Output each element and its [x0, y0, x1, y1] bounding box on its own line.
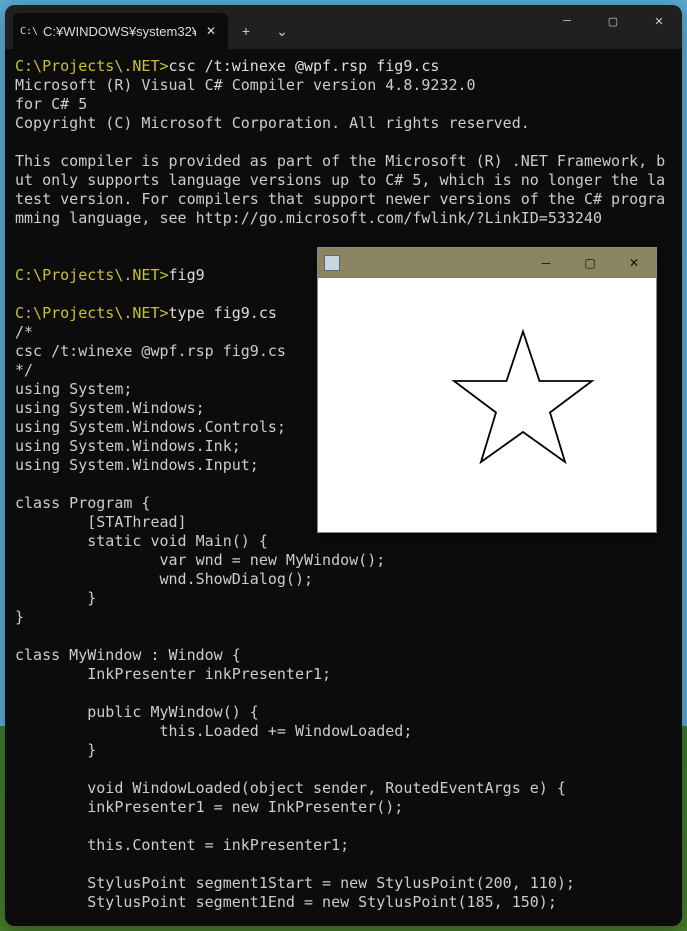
wpf-canvas[interactable]	[318, 278, 656, 532]
wpf-maximize-button[interactable]: ▢	[568, 248, 612, 278]
terminal-titlebar[interactable]: C:\ C:¥WINDOWS¥system32¥cmd ✕ + ⌄ ─ ▢ ✕	[5, 5, 682, 49]
minimize-button[interactable]: ─	[544, 5, 590, 37]
source-line: /*	[15, 323, 33, 341]
tab-title: C:¥WINDOWS¥system32¥cmd	[43, 24, 196, 39]
output-line: Microsoft (R) Visual C# Compiler version…	[15, 76, 476, 94]
maximize-button[interactable]: ▢	[590, 5, 636, 37]
output-line: Copyright (C) Microsoft Corporation. All…	[15, 114, 530, 132]
command-text: fig9	[169, 266, 205, 284]
terminal-tab[interactable]: C:\ C:¥WINDOWS¥system32¥cmd ✕	[13, 13, 228, 49]
source-line: StylusPoint segment1End = new StylusPoin…	[15, 893, 557, 911]
wpf-minimize-button[interactable]: ─	[524, 248, 568, 278]
source-line: void WindowLoaded(object sender, RoutedE…	[15, 779, 566, 797]
source-line: }	[15, 741, 96, 759]
source-line: inkPresenter1 = new InkPresenter();	[15, 798, 403, 816]
tab-close-button[interactable]: ✕	[202, 22, 220, 40]
cmd-icon: C:\	[21, 23, 37, 39]
source-line: class Program {	[15, 494, 150, 512]
prompt: C:\Projects\.NET>	[15, 304, 169, 322]
source-line: [STAThread]	[15, 513, 187, 531]
wpf-titlebar[interactable]: ─ ▢ ✕	[318, 248, 656, 278]
command-text: csc /t:winexe @wpf.rsp fig9.cs	[169, 57, 440, 75]
prompt: C:\Projects\.NET>	[15, 266, 169, 284]
source-line: static void Main() {	[15, 532, 268, 550]
source-line: StylusPoint segment1Start = new StylusPo…	[15, 874, 575, 892]
source-line: this.Content = inkPresenter1;	[15, 836, 349, 854]
prompt: C:\Projects\.NET>	[15, 57, 169, 75]
source-line: using System.Windows.Controls;	[15, 418, 286, 436]
source-line: using System;	[15, 380, 132, 398]
source-line: this.Loaded += WindowLoaded;	[15, 722, 412, 740]
source-line: }	[15, 589, 96, 607]
output-line: for C# 5	[15, 95, 87, 113]
close-button[interactable]: ✕	[636, 5, 682, 37]
star-shape-icon	[448, 324, 598, 474]
tab-dropdown-button[interactable]: ⌄	[264, 13, 300, 49]
wpf-window-icon	[324, 255, 340, 271]
source-line: */	[15, 361, 33, 379]
source-line: InkPresenter inkPresenter1;	[15, 665, 331, 683]
wpf-window[interactable]: ─ ▢ ✕	[317, 247, 657, 533]
source-line: var wnd = new MyWindow();	[15, 551, 385, 569]
source-line: }	[15, 608, 24, 626]
wpf-close-button[interactable]: ✕	[612, 248, 656, 278]
output-warning: This compiler is provided as part of the…	[15, 152, 665, 227]
source-line: wnd.ShowDialog();	[15, 570, 313, 588]
source-line: csc /t:winexe @wpf.rsp fig9.cs	[15, 342, 286, 360]
source-line: public MyWindow() {	[15, 703, 259, 721]
source-line: using System.Windows.Ink;	[15, 437, 241, 455]
source-line: class MyWindow : Window {	[15, 646, 241, 664]
command-text: type fig9.cs	[169, 304, 277, 322]
source-line: using System.Windows;	[15, 399, 205, 417]
source-line: using System.Windows.Input;	[15, 456, 259, 474]
new-tab-button[interactable]: +	[228, 13, 264, 49]
